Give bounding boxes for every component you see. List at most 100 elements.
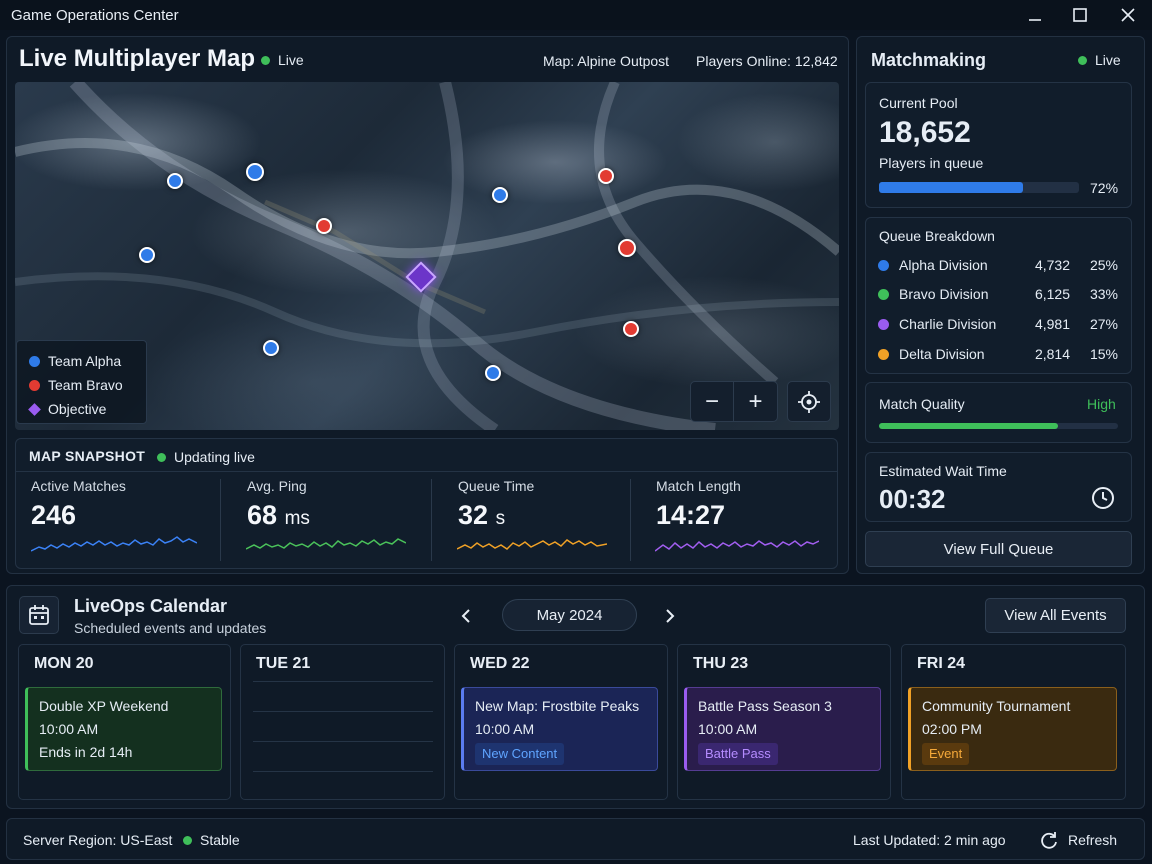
stat-value: 32 s — [458, 500, 506, 530]
diamond-icon — [28, 402, 41, 416]
chevron-right-icon — [666, 609, 675, 623]
map-title: Live Multiplayer Map — [19, 45, 256, 72]
legend-label: Team Alpha — [48, 353, 122, 369]
stat-avg-ping: Avg. Ping 68 ms — [247, 478, 310, 531]
division-percent: 33% — [1089, 286, 1118, 302]
next-month-button[interactable] — [656, 603, 684, 629]
event-card[interactable]: Double XP Weekend 10:00 AM Ends in 2d 14… — [25, 687, 222, 771]
stat-value: 68 ms — [247, 500, 310, 530]
refresh-icon — [1041, 832, 1057, 849]
zoom-in-button[interactable]: + — [733, 381, 778, 422]
event-tag: Battle Pass — [698, 743, 778, 765]
team-bravo-marker[interactable] — [316, 218, 332, 234]
divider — [630, 479, 631, 561]
quality-value: High — [1087, 396, 1116, 412]
pool-progress-track — [879, 182, 1079, 193]
circle-icon — [878, 318, 889, 330]
pool-value: 18,652 — [879, 116, 971, 149]
team-alpha-marker[interactable] — [167, 173, 183, 189]
minimize-button[interactable] — [1013, 0, 1057, 30]
event-title: New Map: Frostbite Peaks — [475, 698, 640, 714]
circle-icon — [878, 348, 889, 360]
legend-item-bravo: Team Bravo — [29, 373, 134, 397]
team-bravo-marker[interactable] — [623, 321, 639, 337]
pool-sublabel: Players in queue — [879, 155, 984, 171]
event-countdown: Ends in 2d 14h — [39, 744, 133, 760]
server-region: Server Region: US-East — [23, 832, 173, 848]
status-dot-icon — [183, 835, 192, 845]
event-card[interactable]: New Map: Frostbite Peaks 10:00 AM New Co… — [461, 687, 658, 771]
event-time: 02:00 PM — [922, 721, 982, 737]
calendar-icon-box — [19, 596, 59, 634]
breakdown-title: Queue Breakdown — [879, 228, 995, 244]
day-column-thu: THU 23 Battle Pass Season 3 10:00 AM Bat… — [677, 644, 891, 800]
match-quality-card — [865, 382, 1132, 443]
stat-value: 14:27 — [656, 500, 726, 530]
snapshot-status: Updating live — [157, 449, 255, 465]
recenter-button[interactable] — [787, 381, 831, 422]
day-column-mon: MON 20 Double XP Weekend 10:00 AM Ends i… — [18, 644, 231, 800]
server-status: Stable — [183, 832, 240, 848]
stat-label: Active Matches — [31, 478, 126, 494]
team-bravo-marker[interactable] — [598, 168, 614, 184]
team-alpha-marker[interactable] — [139, 247, 155, 263]
legend-label: Team Bravo — [48, 377, 123, 393]
sparkline-active-matches — [31, 536, 197, 552]
wait-value: 00:32 — [879, 484, 946, 514]
team-bravo-marker[interactable] — [618, 239, 636, 257]
divider — [431, 479, 432, 561]
queue-row-bravo: Bravo Division 6,125 33% — [878, 284, 1118, 304]
event-card[interactable]: Community Tournament 02:00 PM Event — [908, 687, 1117, 771]
pool-percent: 72% — [1090, 180, 1119, 196]
sparkline-match-length — [655, 540, 819, 552]
divider — [253, 741, 433, 742]
circle-icon — [878, 288, 889, 300]
team-alpha-marker[interactable] — [246, 163, 264, 181]
divider — [220, 479, 221, 561]
team-alpha-marker[interactable] — [263, 340, 279, 356]
snapshot-title: MAP SNAPSHOT — [29, 448, 146, 464]
stat-active-matches: Active Matches 246 — [31, 478, 126, 531]
zoom-out-button[interactable]: − — [690, 381, 734, 422]
circle-icon — [29, 355, 40, 367]
stat-label: Queue Time — [458, 478, 535, 494]
day-column-tue: TUE 21 — [240, 644, 445, 800]
view-full-queue-button[interactable]: View Full Queue — [865, 531, 1132, 567]
refresh-button[interactable]: Refresh — [1040, 829, 1117, 851]
event-title: Double XP Weekend — [39, 698, 169, 714]
event-tag: New Content — [475, 743, 565, 765]
maximize-button[interactable] — [1058, 0, 1102, 30]
legend-label: Objective — [48, 401, 107, 417]
divider — [16, 471, 837, 472]
day-label: MON 20 — [34, 655, 94, 672]
queue-row-delta: Delta Division 2,814 15% — [878, 344, 1118, 364]
event-time: 10:00 AM — [475, 721, 535, 737]
month-selector[interactable]: May 2024 — [502, 599, 637, 631]
division-name: Alpha Division — [899, 257, 988, 273]
view-all-events-button[interactable]: View All Events — [985, 598, 1126, 633]
event-card[interactable]: Battle Pass Season 3 10:00 AM Battle Pas… — [684, 687, 881, 771]
event-tag: Event — [922, 743, 970, 765]
quality-label: Match Quality — [879, 396, 965, 412]
legend-item-alpha: Team Alpha — [29, 349, 134, 373]
divider — [253, 711, 433, 712]
day-label: FRI 24 — [917, 655, 966, 672]
division-percent: 25% — [1089, 257, 1118, 273]
live-dot-icon — [1078, 55, 1087, 65]
live-dot-icon — [157, 452, 166, 462]
matchmaking-live-status: Live — [1078, 52, 1121, 68]
circle-icon — [29, 379, 40, 391]
team-alpha-marker[interactable] — [485, 365, 501, 381]
stat-match-length: Match Length 14:27 — [656, 478, 741, 531]
maximize-icon — [1073, 8, 1087, 22]
clock-icon — [1092, 487, 1114, 509]
calendar-title: LiveOps Calendar — [74, 596, 228, 616]
quality-track — [879, 423, 1118, 429]
close-button[interactable] — [1106, 0, 1150, 30]
event-title: Battle Pass Season 3 — [698, 698, 832, 714]
prev-month-button[interactable] — [452, 603, 480, 629]
stat-label: Avg. Ping — [247, 478, 307, 494]
minimize-icon — [1029, 19, 1041, 21]
map-name: Map: Alpine Outpost — [543, 53, 670, 69]
team-alpha-marker[interactable] — [492, 187, 508, 203]
